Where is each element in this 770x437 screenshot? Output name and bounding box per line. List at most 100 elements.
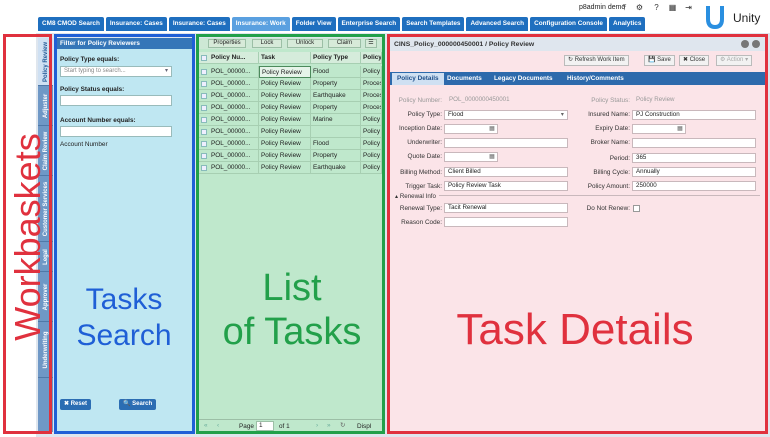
claim-button[interactable]: Claim bbox=[328, 39, 361, 48]
workbasket-approver[interactable]: Approver bbox=[38, 272, 53, 322]
inception-date-input[interactable]: ▦ bbox=[444, 124, 498, 134]
row-checkbox[interactable] bbox=[201, 81, 207, 87]
menu-icon[interactable]: ☰ bbox=[365, 39, 377, 48]
tab-search-templates[interactable]: Search Templates bbox=[402, 17, 465, 31]
properties-button[interactable]: Properties bbox=[208, 39, 246, 48]
table-cell-type: Property bbox=[311, 102, 361, 114]
grid-icon[interactable]: ▦ bbox=[668, 3, 677, 12]
workbasket-adjuster[interactable]: Adjuster bbox=[38, 86, 53, 126]
row-checkbox[interactable] bbox=[201, 141, 207, 147]
expiry-date-input[interactable]: ▦ bbox=[632, 124, 686, 134]
search-button[interactable]: 🔍 Search bbox=[119, 399, 157, 410]
prev-page-icon[interactable]: ‹ bbox=[217, 422, 219, 429]
broker-name-input[interactable] bbox=[632, 138, 756, 148]
column-header[interactable]: Policy bbox=[361, 52, 382, 64]
tab-advanced-search[interactable]: Advanced Search bbox=[466, 17, 529, 31]
refresh-work-item-button[interactable]: ↻ Refresh Work Item bbox=[564, 55, 629, 66]
tab-analytics[interactable]: Analytics bbox=[608, 17, 646, 31]
table-cell-task: Policy Review bbox=[259, 162, 311, 174]
row-checkbox[interactable] bbox=[201, 117, 207, 123]
close-panel-icon[interactable] bbox=[752, 40, 760, 48]
help-icon[interactable]: ? bbox=[652, 3, 661, 12]
renewal-type-input[interactable]: Tacit Renewal bbox=[444, 203, 568, 213]
workbasket-claim-review[interactable]: Claim Review bbox=[38, 126, 53, 176]
row-checkbox[interactable] bbox=[201, 129, 207, 135]
table-row[interactable]: POL_00000... Policy Review Property Policy bbox=[199, 150, 382, 162]
save-button[interactable]: 💾 Save bbox=[644, 55, 675, 66]
quote-date-input[interactable]: ▦ bbox=[444, 152, 498, 162]
underwriter-input[interactable] bbox=[444, 138, 568, 148]
close-button[interactable]: ✖ Close bbox=[679, 55, 710, 66]
trigger-task-input[interactable]: Policy Review Task bbox=[444, 181, 568, 191]
policy-type-select[interactable]: Flood ▾ bbox=[444, 110, 568, 120]
table-cell-policy: POL_00000... bbox=[209, 126, 259, 138]
tab-configuration-console[interactable]: Configuration Console bbox=[530, 17, 607, 31]
task-details-panel: CINS_Policy_000000450001 / Policy Review… bbox=[390, 38, 765, 432]
column-header[interactable]: Task bbox=[259, 52, 311, 64]
column-header[interactable]: Policy Nu... bbox=[209, 52, 259, 64]
row-checkbox[interactable] bbox=[201, 69, 207, 75]
column-header[interactable]: Policy Type bbox=[311, 52, 361, 64]
calendar-icon[interactable]: ▦ bbox=[489, 125, 495, 133]
reset-button[interactable]: ✖ Reset bbox=[60, 399, 92, 410]
tab-history-comments[interactable]: History/Comments bbox=[562, 73, 629, 85]
workbasket-customer-services[interactable]: Customer Services bbox=[38, 176, 53, 242]
do-not-renew-checkbox[interactable] bbox=[633, 205, 640, 212]
select-all-checkbox[interactable] bbox=[201, 55, 207, 61]
table-cell-type: Property bbox=[311, 150, 361, 162]
row-checkbox[interactable] bbox=[201, 105, 207, 111]
first-page-icon[interactable]: « bbox=[204, 422, 208, 429]
tab-documents[interactable]: Documents bbox=[442, 73, 487, 85]
tab-legacy-documents[interactable]: Legacy Documents bbox=[489, 73, 558, 85]
table-row[interactable]: POL_00000... Policy Review Flood Policy bbox=[199, 66, 382, 78]
lock-button[interactable]: Lock bbox=[252, 39, 282, 48]
tab-policy-details[interactable]: Policy Details bbox=[392, 73, 444, 85]
table-row[interactable]: POL_00000... Policy Review Property Proces bbox=[199, 78, 382, 90]
tab-insurance-cases[interactable]: Insurance: Cases bbox=[105, 17, 167, 31]
unlock-button[interactable]: Unlock bbox=[287, 39, 323, 48]
table-cell-status: Policy bbox=[361, 126, 382, 138]
tab-insurance-cases[interactable]: Insurance: Cases bbox=[168, 17, 230, 31]
table-row[interactable]: POL_00000... Policy Review Earthquake Polic… bbox=[199, 162, 382, 174]
workbasket-underwriting[interactable]: Underwriting bbox=[38, 322, 53, 378]
user-menu[interactable]: p8admin demo bbox=[579, 4, 625, 11]
refresh-icon[interactable]: ↻ bbox=[340, 421, 345, 429]
table-row[interactable]: POL_00000... Policy Review Earthquake Proce… bbox=[199, 90, 382, 102]
calendar-icon[interactable]: ▦ bbox=[677, 125, 683, 133]
renewal-section-toggle[interactable]: ▴ Renewal Info bbox=[395, 193, 439, 200]
minimize-icon[interactable] bbox=[741, 40, 749, 48]
tab-insurance-work[interactable]: Insurance: Work bbox=[231, 17, 290, 31]
policy-type-placeholder: Start typing to search... bbox=[64, 68, 126, 74]
billing-method-input[interactable]: Client Billed bbox=[444, 167, 568, 177]
table-row[interactable]: POL_00000... Policy Review Property Proces bbox=[199, 102, 382, 114]
policy-status-input[interactable] bbox=[60, 95, 172, 106]
table-row[interactable]: POL_00000... Policy Review Flood Policy bbox=[199, 138, 382, 150]
logout-icon[interactable]: ⇥ bbox=[684, 3, 693, 12]
period-input[interactable]: 365 bbox=[632, 153, 756, 163]
reason-code-input[interactable] bbox=[444, 217, 568, 227]
action-button[interactable]: ⚙ Action ▾ bbox=[716, 55, 753, 66]
table-row[interactable]: POL_00000... Policy Review Policy bbox=[199, 126, 382, 138]
row-checkbox[interactable] bbox=[201, 93, 207, 99]
insured-name-input[interactable]: PJ Construction bbox=[632, 110, 756, 120]
policy-amount-input[interactable]: 250000 bbox=[632, 181, 756, 191]
tab-cm8-cmod-search[interactable]: CM8 CMOD Search bbox=[38, 17, 104, 31]
upload-icon[interactable]: ⤒ bbox=[620, 3, 629, 12]
workbasket-policy-review[interactable]: Policy Review bbox=[38, 38, 53, 86]
settings-icon[interactable]: ⚙ bbox=[635, 3, 644, 12]
last-page-icon[interactable]: » bbox=[327, 422, 331, 429]
workbasket-legal[interactable]: Legal bbox=[38, 242, 53, 272]
tab-enterprise-search[interactable]: Enterprise Search bbox=[337, 17, 401, 31]
page-count: of 1 bbox=[279, 423, 290, 430]
policy-type-combobox[interactable]: Start typing to search... ▾ bbox=[60, 66, 172, 77]
row-checkbox[interactable] bbox=[201, 165, 207, 171]
next-page-icon[interactable]: › bbox=[316, 422, 318, 429]
billing-cycle-input[interactable]: Annually bbox=[632, 167, 756, 177]
page-input[interactable]: 1 bbox=[256, 421, 274, 431]
workbasket-label: Claim Review bbox=[42, 131, 49, 170]
account-number-input[interactable] bbox=[60, 126, 172, 137]
row-checkbox[interactable] bbox=[201, 153, 207, 159]
tab-folder-view[interactable]: Folder View bbox=[291, 17, 336, 31]
table-row[interactable]: POL_00000... Policy Review Marine Policy bbox=[199, 114, 382, 126]
calendar-icon[interactable]: ▦ bbox=[489, 153, 495, 161]
